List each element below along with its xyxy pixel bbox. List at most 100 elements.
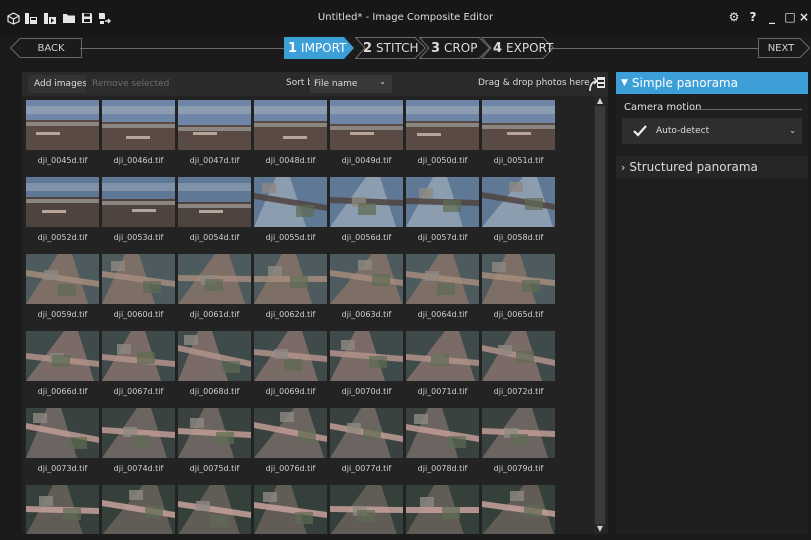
thumbnail-tile[interactable]: dji_0047d.tif [178, 100, 251, 165]
chevron-down-icon: ⌄ [379, 77, 386, 86]
aerial-photo-thumbnail [102, 331, 175, 381]
thumbnail-tile[interactable]: dji_0060d.tif [102, 254, 175, 319]
aerial-photo-thumbnail [330, 100, 403, 150]
thumbnail-tile[interactable]: dji_0049d.tif [330, 100, 403, 165]
aerial-photo-thumbnail [406, 100, 479, 150]
thumbnail-filename: dji_0059d.tif [37, 310, 88, 319]
simple-panorama-header[interactable]: ▼ Simple panorama [616, 72, 808, 94]
thumbnail-tile[interactable]: dji_0062d.tif [254, 254, 327, 319]
thumbnail-tile[interactable]: dji_0048d.tif [254, 100, 327, 165]
thumbnail-filename: dji_0068d.tif [189, 387, 240, 396]
thumbnail-tile[interactable]: dji_0067d.tif [102, 331, 175, 396]
structured-panorama-header[interactable]: › Structured panorama [616, 156, 808, 178]
step-stitch[interactable]: 2 STITCH [363, 37, 419, 59]
maximize-button[interactable]: □ [782, 10, 798, 24]
sort-by-select[interactable]: File name ⌄ [310, 75, 392, 93]
thumbnail-filename: dji_0053d.tif [113, 233, 164, 242]
aerial-photo-thumbnail [482, 100, 555, 150]
thumbnail-tile[interactable]: dji_0052d.tif [26, 177, 99, 242]
aerial-photo-thumbnail [406, 331, 479, 381]
thumbnail-filename: dji_0054d.tif [189, 233, 240, 242]
aerial-photo-thumbnail [26, 254, 99, 304]
close-button[interactable]: × [799, 10, 811, 24]
aerial-photo-thumbnail [26, 100, 99, 150]
panorama-settings-panel: ▼ Simple panorama Camera motion Auto-det… [616, 72, 808, 534]
thumbnail-tile[interactable]: dji_0061d.tif [178, 254, 251, 319]
thumbnail-tile[interactable]: dji_0055d.tif [254, 177, 327, 242]
drag-drop-photos-icon [588, 75, 606, 93]
thumbnail-tile[interactable]: dji_0068d.tif [178, 331, 251, 396]
minimize-button[interactable]: _ [764, 10, 780, 24]
camera-motion-select[interactable]: Auto-detect ⌄ [622, 118, 802, 144]
thumbnail-filename: dji_0045d.tif [37, 156, 88, 165]
checkmark-icon [633, 125, 647, 137]
thumbnail-tile[interactable] [26, 485, 99, 534]
thumbnail-tile[interactable] [254, 485, 327, 534]
aerial-photo-thumbnail [482, 331, 555, 381]
thumbnail-filename: dji_0067d.tif [113, 387, 164, 396]
thumbnail-tile[interactable]: dji_0073d.tif [26, 408, 99, 473]
thumbnail-tile[interactable]: dji_0050d.tif [406, 100, 479, 165]
thumbnail-tile[interactable]: dji_0051d.tif [482, 100, 555, 165]
aerial-photo-thumbnail [102, 254, 175, 304]
thumbnail-tile[interactable] [482, 485, 555, 534]
thumbnail-tile[interactable]: dji_0077d.tif [330, 408, 403, 473]
aerial-photo-thumbnail [406, 408, 479, 458]
thumbnail-tile[interactable]: dji_0046d.tif [102, 100, 175, 165]
aerial-photo-thumbnail [178, 177, 251, 227]
thumbnail-tile[interactable]: dji_0074d.tif [102, 408, 175, 473]
aerial-photo-thumbnail [178, 254, 251, 304]
thumbnail-tile[interactable]: dji_0076d.tif [254, 408, 327, 473]
thumbnail-tile[interactable]: dji_0072d.tif [482, 331, 555, 396]
aerial-photo-thumbnail [254, 331, 327, 381]
back-button[interactable]: BACK [20, 38, 82, 58]
scroll-down-icon[interactable]: ▼ [594, 524, 606, 534]
thumbnail-tile[interactable]: dji_0045d.tif [26, 100, 99, 165]
thumbnail-tile[interactable] [330, 485, 403, 534]
thumbnail-tile[interactable]: dji_0065d.tif [482, 254, 555, 319]
scroll-up-icon[interactable]: ▲ [594, 96, 606, 106]
thumbnail-filename: dji_0078d.tif [417, 464, 468, 473]
thumbnail-tile[interactable]: dji_0070d.tif [330, 331, 403, 396]
aerial-photo-thumbnail [102, 485, 175, 534]
thumbnail-tile[interactable]: dji_0056d.tif [330, 177, 403, 242]
thumbnail-scrollbar[interactable]: ▲ ▼ [594, 96, 606, 534]
aerial-photo-thumbnail [26, 177, 99, 227]
thumbnail-tile[interactable]: dji_0066d.tif [26, 331, 99, 396]
help-icon[interactable]: ? [745, 10, 761, 24]
thumbnail-filename: dji_0071d.tif [417, 387, 468, 396]
aerial-photo-thumbnail [254, 408, 327, 458]
thumbnail-tile[interactable]: dji_0054d.tif [178, 177, 251, 242]
step-crop[interactable]: 3 CROP [431, 37, 477, 59]
thumbnail-tile[interactable]: dji_0057d.tif [406, 177, 479, 242]
wizard-divider-left [80, 48, 290, 49]
thumbnail-tile[interactable]: dji_0078d.tif [406, 408, 479, 473]
step-import-label: IMPORT [301, 41, 347, 55]
scrollbar-thumb[interactable] [595, 106, 605, 524]
thumbnail-tile[interactable]: dji_0058d.tif [482, 177, 555, 242]
thumbnail-filename: dji_0066d.tif [37, 387, 88, 396]
thumbnail-filename: dji_0057d.tif [417, 233, 468, 242]
aerial-photo-thumbnail [102, 177, 175, 227]
thumbnail-tile[interactable]: dji_0071d.tif [406, 331, 479, 396]
aerial-photo-thumbnail [406, 254, 479, 304]
thumbnail-tile[interactable] [178, 485, 251, 534]
thumbnail-tile[interactable] [102, 485, 175, 534]
aerial-photo-thumbnail [330, 254, 403, 304]
step-export[interactable]: 4 EXPORT [493, 37, 553, 59]
thumbnail-tile[interactable]: dji_0053d.tif [102, 177, 175, 242]
remove-selected-button[interactable]: Remove selected [86, 75, 176, 93]
thumbnail-tile[interactable]: dji_0075d.tif [178, 408, 251, 473]
thumbnail-tile[interactable]: dji_0059d.tif [26, 254, 99, 319]
window-title: Untitled* - Image Composite Editor [317, 12, 494, 23]
next-button[interactable]: NEXT [760, 38, 802, 58]
thumbnail-tile[interactable]: dji_0069d.tif [254, 331, 327, 396]
aerial-photo-thumbnail [254, 485, 327, 534]
settings-gear-icon[interactable]: ⚙ [726, 10, 742, 24]
step-import[interactable]: 1 IMPORT [288, 37, 346, 59]
thumbnail-tile[interactable]: dji_0064d.tif [406, 254, 479, 319]
thumbnail-tile[interactable]: dji_0079d.tif [482, 408, 555, 473]
thumbnail-tile[interactable] [406, 485, 479, 534]
thumbnail-tile[interactable]: dji_0063d.tif [330, 254, 403, 319]
thumbnail-filename: dji_0073d.tif [37, 464, 88, 473]
